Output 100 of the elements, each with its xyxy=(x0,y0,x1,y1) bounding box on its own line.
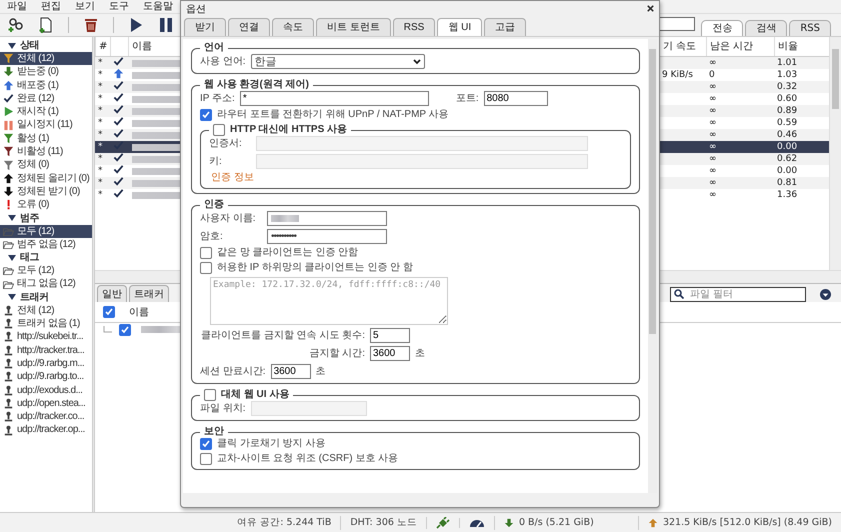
port-field[interactable]: 8080 xyxy=(484,91,548,106)
sidebar-item[interactable]: 전체 (12) xyxy=(0,52,92,66)
sidebar-item[interactable]: udp://tracker.co... xyxy=(0,410,92,424)
scrollbar[interactable] xyxy=(648,39,657,493)
sidebar-item[interactable]: 트래커 없음 (1) xyxy=(0,317,92,330)
triangle-icon[interactable] xyxy=(8,42,16,48)
tab[interactable]: RSS xyxy=(392,18,436,36)
column-header[interactable]: 남은 시간 xyxy=(706,37,774,56)
sidebar-item[interactable]: 태그 없음 (12) xyxy=(0,277,92,291)
checkbox-label: HTTP 대신에 HTTPS 사용 xyxy=(230,124,348,136)
ip-address-field[interactable]: * xyxy=(240,91,429,106)
ban-time-field[interactable]: 3600 xyxy=(370,346,410,361)
subnet-field[interactable]: Example: 172.17.32.0/24, fdff:ffff:c8::/40 xyxy=(210,277,448,325)
sidebar-item[interactable]: 배포중 (1) xyxy=(0,78,92,92)
sidebar-item[interactable]: 정체된 올리기 (0) xyxy=(0,172,92,185)
sidebar-item[interactable]: 오류 (0) xyxy=(0,198,92,212)
tab[interactable]: 비트 토런트 xyxy=(316,18,391,36)
table-cell-text: * xyxy=(97,118,104,128)
triangle-icon[interactable] xyxy=(8,215,16,222)
sidebar-item[interactable]: 전체 (12) xyxy=(0,304,92,318)
tree-connector-line xyxy=(103,326,113,334)
caret-icon xyxy=(412,58,421,64)
funnel-icon xyxy=(3,132,14,144)
menu-item[interactable]: 편집 xyxy=(34,0,68,13)
checkbox[interactable] xyxy=(200,247,212,259)
sidebar-item[interactable]: udp://9.rarbg.to... xyxy=(0,370,92,384)
session-timeout-field[interactable]: 3600 xyxy=(270,364,311,379)
sidebar-item[interactable]: 받는중 (0) xyxy=(0,65,92,79)
upload-speed: 321.5 KiB/s [512.0 KiB/s] (8.49 GiB) xyxy=(662,516,832,530)
section-title: 태그 xyxy=(20,251,39,264)
tab[interactable]: 웹 UI xyxy=(437,18,482,36)
play-icon xyxy=(3,106,14,118)
sidebar-item[interactable]: 일시정지 (11) xyxy=(0,118,92,132)
tracker-icon xyxy=(3,331,14,342)
menu-item[interactable]: 보기 xyxy=(68,0,102,13)
sidebar-item[interactable]: udp://exodus.d... xyxy=(0,384,92,397)
tab[interactable]: 트래커 xyxy=(129,285,169,302)
filter-field[interactable]: 파일 필터 xyxy=(670,286,806,302)
tab[interactable]: 받기 xyxy=(184,18,226,36)
checkbox-label: 클릭 가로채기 방지 사용 xyxy=(217,438,326,450)
sidebar-item[interactable]: 재시작 (1) xyxy=(0,105,92,118)
close-icon[interactable] xyxy=(646,4,655,13)
checkbox-label: 대체 웹 UI 사용 xyxy=(221,389,290,401)
table-cell-text: ∞ xyxy=(708,190,718,200)
plug-icon[interactable] xyxy=(436,516,450,528)
sidebar-item[interactable]: 완료 (12) xyxy=(0,92,92,106)
tab[interactable]: 전송 xyxy=(701,20,744,36)
password-field[interactable]: •••••••••• xyxy=(267,229,387,244)
checkbox[interactable] xyxy=(200,262,212,274)
triangle-icon[interactable] xyxy=(8,254,16,261)
tracker-icon xyxy=(3,358,14,370)
check-icon xyxy=(113,140,124,151)
table-cell-text: * xyxy=(97,94,104,104)
tab[interactable]: 속도 xyxy=(272,18,314,36)
language-dropdown[interactable]: 한글 xyxy=(250,54,425,69)
table-cell-text: * xyxy=(97,142,104,152)
up-arrow-icon xyxy=(3,80,14,91)
tab[interactable]: 연결 xyxy=(228,18,270,36)
checkbox[interactable] xyxy=(204,389,216,401)
scrollbar[interactable] xyxy=(829,37,841,270)
sidebar-item[interactable]: udp://9.rarbg.m... xyxy=(0,356,92,370)
speedometer-icon[interactable] xyxy=(468,518,485,528)
sidebar-item[interactable]: 모두 (12) xyxy=(0,224,92,238)
table-cell-text: 0.46 xyxy=(776,130,798,140)
tab[interactable]: 검색 xyxy=(745,20,788,36)
sidebar-item[interactable]: http://tracker.tra... xyxy=(0,344,92,357)
checkbox[interactable] xyxy=(200,438,212,450)
menu-item[interactable]: 파일 xyxy=(0,0,34,13)
column-header[interactable]: 이름 xyxy=(129,305,149,319)
checkbox[interactable] xyxy=(213,124,225,136)
table-cell-text: * xyxy=(97,58,104,68)
username-field[interactable] xyxy=(267,211,387,226)
dropdown-icon[interactable] xyxy=(820,288,831,300)
triangle-icon[interactable] xyxy=(8,294,16,300)
checkbox[interactable] xyxy=(119,324,131,336)
sidebar-item[interactable]: udp://tracker.op... xyxy=(0,423,92,437)
field-label: 사용 언어: xyxy=(200,56,246,68)
sidebar-item[interactable]: http://sukebei.tr... xyxy=(0,330,92,344)
dht-text: DHT: 306 노드 xyxy=(340,516,426,530)
tab[interactable]: RSS xyxy=(789,20,831,36)
section-title: 웹 사용 환경(원격 제어) xyxy=(204,79,309,91)
checkbox[interactable] xyxy=(103,306,115,318)
checkbox-label: 교차-사이트 요청 위조 (CSRF) 보호 사용 xyxy=(217,453,398,465)
menu-item[interactable]: 도움말 xyxy=(136,0,180,13)
sidebar-item[interactable]: udp://open.stea... xyxy=(0,396,92,410)
sidebar-item[interactable]: 모두 (12) xyxy=(0,264,92,278)
checkbox[interactable] xyxy=(200,453,212,465)
certificate-info-link[interactable]: 인증 정보 xyxy=(209,172,254,184)
column-header[interactable]: # xyxy=(95,37,110,56)
table-cell-text: ∞ xyxy=(708,178,718,188)
sidebar-item[interactable]: 비활성 (11) xyxy=(0,145,92,158)
sidebar-item[interactable]: 범주 없음 (12) xyxy=(0,238,92,252)
sidebar-item[interactable]: 활성 (1) xyxy=(0,132,92,146)
menu-item[interactable]: 도구 xyxy=(102,0,136,13)
ban-attempts-field[interactable]: 5 xyxy=(370,328,410,343)
sidebar-item[interactable]: 정체 (0) xyxy=(0,158,92,172)
sidebar-item[interactable]: 정체된 받기 (0) xyxy=(0,184,92,198)
tab[interactable]: 고급 xyxy=(484,18,526,36)
tab[interactable]: 일반 xyxy=(97,285,127,302)
checkbox[interactable] xyxy=(200,109,212,121)
